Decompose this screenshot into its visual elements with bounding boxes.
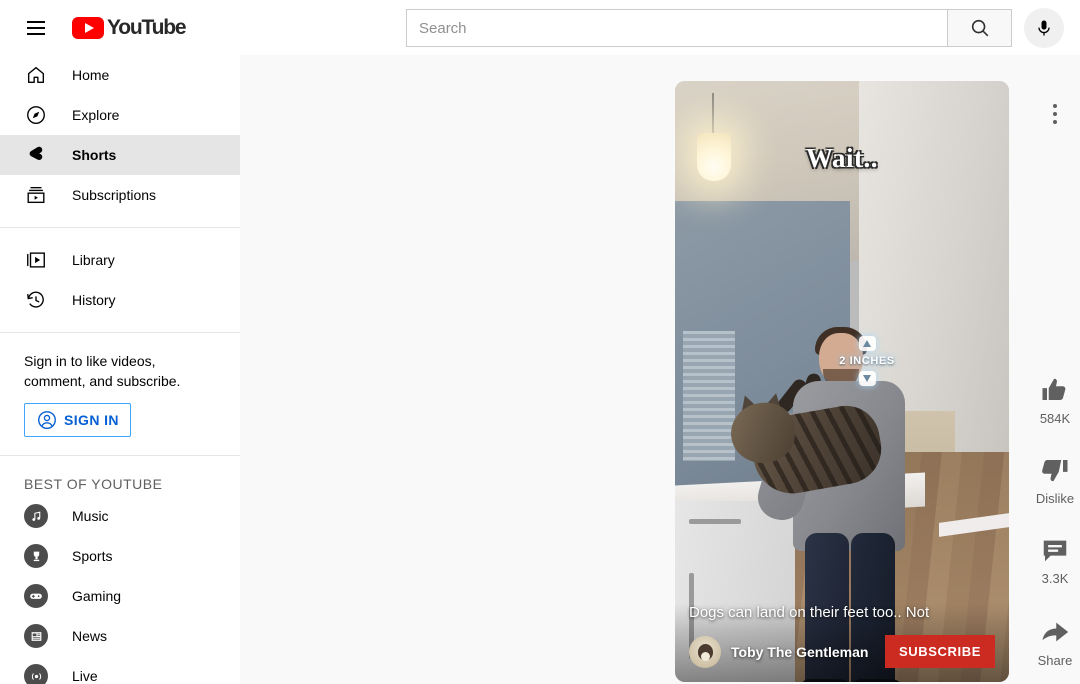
sidebar-divider xyxy=(0,227,240,228)
channel-avatar[interactable] xyxy=(689,635,721,668)
sidebar-item-label: Live xyxy=(72,668,98,684)
sign-in-button[interactable]: SIGN IN xyxy=(24,403,131,437)
youtube-logo[interactable]: YouTube xyxy=(72,15,187,40)
shorts-icon xyxy=(24,143,48,167)
sidebar-item-music[interactable]: Music xyxy=(0,496,240,536)
like-button[interactable]: 584K xyxy=(1030,375,1080,426)
signin-prompt-text: Sign in to like videos, comment, and sub… xyxy=(24,353,181,389)
sidebar-item-home[interactable]: Home xyxy=(0,55,240,95)
more-vertical-icon[interactable] xyxy=(1038,97,1072,131)
kebab-dot xyxy=(1053,120,1057,124)
compass-icon xyxy=(24,103,48,127)
video-title: Dogs can land on their feet too.. Not xyxy=(689,604,930,621)
signin-section: Sign in to like videos, comment, and sub… xyxy=(0,345,240,437)
sidebar-item-label: Explore xyxy=(72,107,120,123)
sidebar-item-label: Music xyxy=(72,508,109,524)
dislike-label: Dislike xyxy=(1035,491,1075,506)
comments-button[interactable]: 3.3K xyxy=(1030,535,1080,586)
subscriptions-icon xyxy=(24,183,48,207)
history-icon xyxy=(24,288,48,312)
search-input[interactable] xyxy=(406,9,947,47)
sidebar-item-label: Sports xyxy=(72,548,113,564)
hamburger-bar xyxy=(27,20,45,23)
hamburger-bar xyxy=(27,32,45,35)
arrow-down-icon xyxy=(858,371,876,386)
best-of-youtube-header: BEST OF YOUTUBE xyxy=(24,476,163,492)
gamepad-icon xyxy=(24,584,48,608)
sidebar-item-label: News xyxy=(72,628,108,644)
hamburger-menu-icon[interactable] xyxy=(16,8,56,48)
newspaper-icon xyxy=(24,624,48,648)
kebab-dot xyxy=(1053,112,1057,116)
microphone-icon xyxy=(1038,20,1050,36)
music-note-icon xyxy=(24,504,48,528)
sidebar-item-sports[interactable]: Sports xyxy=(0,536,240,576)
search-bar xyxy=(406,8,1064,48)
sidebar-item-library[interactable]: Library xyxy=(0,240,240,280)
subscribe-button[interactable]: SUBSCRIBE xyxy=(885,635,995,668)
search-icon xyxy=(971,19,988,37)
youtube-wordmark: YouTube xyxy=(107,15,187,39)
account-circle-icon xyxy=(36,409,58,431)
sidebar-item-shorts[interactable]: Shorts xyxy=(0,135,240,175)
trophy-icon xyxy=(24,544,48,568)
home-icon xyxy=(24,63,48,87)
youtube-play-icon xyxy=(72,16,104,39)
video-metadata-overlay: Dogs can land on their feet too.. Not To… xyxy=(675,603,1009,682)
thumbs-up-icon xyxy=(1030,375,1080,405)
play-triangle xyxy=(84,22,94,33)
sidebar-item-label: Gaming xyxy=(72,588,122,604)
sidebar-divider xyxy=(0,455,240,456)
channel-row: Toby The Gentleman SUBSCRIBE xyxy=(689,635,995,668)
measurement-label: 2 INCHES xyxy=(839,355,895,367)
sidebar-item-subscriptions[interactable]: Subscriptions xyxy=(0,175,240,215)
shorts-content-area: Wait.. 2 INCHES Dogs can land on their f… xyxy=(240,55,1080,684)
video-actions-rail: 584K Dislike 3.3K Share xyxy=(1030,55,1080,684)
live-broadcast-icon xyxy=(24,664,48,684)
channel-name[interactable]: Toby The Gentleman xyxy=(731,644,868,660)
voice-search-button[interactable] xyxy=(1024,8,1064,48)
like-count: 584K xyxy=(1039,411,1071,426)
sidebar-item-live[interactable]: Live xyxy=(0,656,240,684)
arrow-up-icon xyxy=(858,336,876,351)
comment-icon xyxy=(1030,535,1080,565)
thumbs-down-icon xyxy=(1030,455,1080,485)
sidebar-item-label: Shorts xyxy=(72,147,117,163)
sidebar-divider xyxy=(0,332,240,333)
search-button[interactable] xyxy=(947,9,1012,47)
library-icon xyxy=(24,248,48,272)
video-overlay-caption: Wait.. xyxy=(805,143,878,173)
kebab-dot xyxy=(1053,104,1057,108)
share-icon xyxy=(1030,617,1080,647)
shorts-video-player[interactable]: Wait.. 2 INCHES Dogs can land on their f… xyxy=(675,81,1009,682)
share-label: Share xyxy=(1037,653,1073,668)
sidebar-item-explore[interactable]: Explore xyxy=(0,95,240,135)
sidebar-item-history[interactable]: History xyxy=(0,280,240,320)
comment-count: 3.3K xyxy=(1041,571,1069,586)
sidebar-navigation: Home Explore Shorts Subscriptions Librar… xyxy=(0,55,240,684)
sidebar-item-label: Subscriptions xyxy=(72,187,157,203)
masthead-header: YouTube xyxy=(0,0,1080,55)
dislike-button[interactable]: Dislike xyxy=(1030,455,1080,506)
sidebar-item-label: Home xyxy=(72,67,110,83)
sidebar-item-news[interactable]: News xyxy=(0,616,240,656)
sidebar-item-label: History xyxy=(72,292,116,308)
hamburger-bar xyxy=(27,26,45,29)
sign-in-label: SIGN IN xyxy=(64,412,119,428)
share-button[interactable]: Share xyxy=(1030,617,1080,668)
measurement-overlay: 2 INCHES xyxy=(837,336,897,386)
sidebar-item-label: Library xyxy=(72,252,115,268)
sidebar-item-gaming[interactable]: Gaming xyxy=(0,576,240,616)
